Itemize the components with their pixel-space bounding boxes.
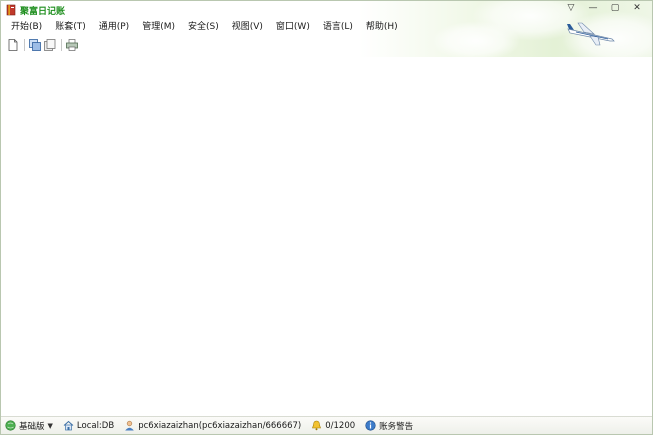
- alert-status[interactable]: 账务警告: [365, 420, 413, 432]
- menu-start[interactable]: 开始(B): [11, 20, 42, 34]
- window-controls: ▽ — ▢ ✕: [560, 1, 648, 15]
- menu-window[interactable]: 窗口(W): [276, 20, 310, 34]
- location-status: Local:DB: [63, 420, 114, 431]
- main-window: 聚富日记账 ▽ — ▢ ✕ 开始(B) 账套(T) 通用(P) 管理(M) 安全…: [0, 0, 653, 435]
- title-bar[interactable]: 聚富日记账 ▽ — ▢ ✕: [1, 1, 652, 18]
- menu-help[interactable]: 帮助(H): [366, 20, 398, 34]
- counter-status: 0/1200: [311, 420, 355, 431]
- alert-label: 账务警告: [379, 421, 414, 432]
- user-status: pc6xiazaizhan(pc6xiazaizhan/666667): [124, 420, 301, 431]
- airplane-icon: [567, 22, 615, 46]
- pages-icon[interactable]: [43, 38, 57, 52]
- edition-label: 基础版: [19, 421, 45, 432]
- location-label: Local:DB: [76, 420, 115, 431]
- menu-bar: 开始(B) 账套(T) 通用(P) 管理(M) 安全(S) 视图(V) 窗口(W…: [1, 20, 411, 34]
- cloud-decoration: [431, 21, 521, 61]
- help-dropdown-icon[interactable]: ▽: [560, 1, 582, 15]
- maximize-icon[interactable]: ▢: [604, 1, 626, 15]
- toolbar: [6, 38, 80, 52]
- app-title: 聚富日记账: [20, 7, 66, 17]
- toolbar-separator: [61, 39, 62, 51]
- app-book-icon: [6, 4, 17, 16]
- workspace-area[interactable]: [1, 57, 652, 417]
- new-document-icon[interactable]: [6, 38, 20, 52]
- copy-window-icon[interactable]: [28, 38, 42, 52]
- home-icon: [63, 420, 74, 431]
- minimize-icon[interactable]: —: [582, 1, 604, 15]
- user-label: pc6xiazaizhan(pc6xiazaizhan/666667): [138, 420, 302, 431]
- bell-icon: [311, 420, 322, 431]
- menu-view[interactable]: 视图(V): [232, 20, 263, 34]
- status-bar: 基础版 ▼ Local:DB pc6xiazaizhan(pc6xiazaizh…: [1, 416, 652, 434]
- menu-account-set[interactable]: 账套(T): [55, 20, 86, 34]
- edition-globe-icon: [5, 420, 16, 431]
- edition-selector[interactable]: 基础版 ▼: [5, 420, 53, 432]
- close-icon[interactable]: ✕: [626, 1, 648, 15]
- menu-general[interactable]: 通用(P): [99, 20, 129, 34]
- menu-security[interactable]: 安全(S): [188, 20, 219, 34]
- menu-language[interactable]: 语言(L): [323, 20, 353, 34]
- counter-label: 0/1200: [325, 420, 356, 431]
- print-icon[interactable]: [65, 38, 79, 52]
- toolbar-separator: [24, 39, 25, 51]
- info-icon: [365, 420, 376, 431]
- menu-manage[interactable]: 管理(M): [142, 20, 175, 34]
- chevron-down-icon: ▼: [47, 421, 53, 430]
- header-band: 聚富日记账 ▽ — ▢ ✕ 开始(B) 账套(T) 通用(P) 管理(M) 安全…: [1, 1, 652, 66]
- user-icon: [124, 420, 135, 431]
